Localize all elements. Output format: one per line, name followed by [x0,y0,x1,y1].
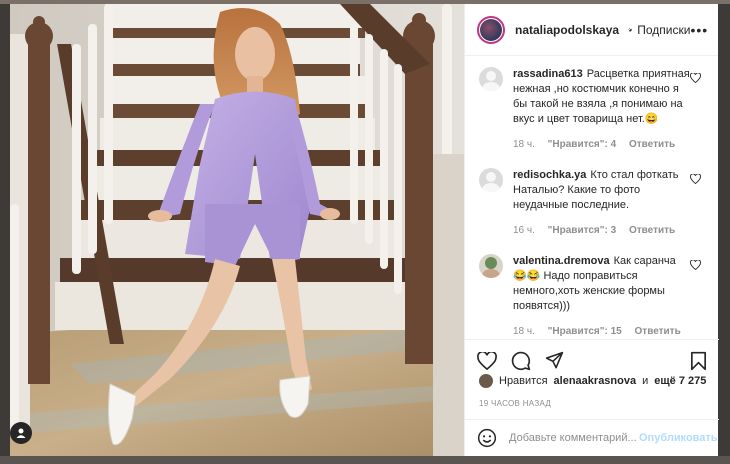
comment-username[interactable]: redisochka.ya [513,169,586,181]
comment-button[interactable] [511,351,531,371]
reply-button[interactable]: Ответить [629,225,675,236]
comment-icon [511,351,531,370]
comment-heart-icon[interactable] [690,174,701,184]
backdrop-bottom-strip [0,456,730,464]
share-icon [545,351,564,369]
author-username[interactable]: nataliapodolskaya [515,23,619,37]
comment-time[interactable]: 18 ч. [513,139,535,150]
comment-likes[interactable]: "Нравится": 3 [548,225,617,236]
heart-icon [477,351,497,370]
reply-button[interactable]: Ответить [635,326,681,337]
likes-conjunction: и [642,375,649,387]
liker-avatar[interactable] [479,374,493,388]
emoji-button[interactable] [477,428,497,448]
publish-button[interactable]: Опубликовать [639,432,718,444]
likes-count[interactable]: ещё 7 275 [654,375,706,387]
post-photo[interactable] [10,4,464,456]
comment-input[interactable] [509,432,639,444]
comment-time[interactable]: 18 ч. [513,326,535,337]
comment-heart-icon[interactable] [690,260,701,270]
reply-button[interactable]: Ответить [629,139,675,150]
save-button[interactable] [690,351,707,371]
emoji-icon [477,428,497,448]
post-header: nataliapodolskaya • Подписки ••• [465,4,718,56]
comment-likes[interactable]: "Нравится": 15 [548,326,622,337]
user-tag-button[interactable] [10,422,32,444]
bookmark-icon [690,351,706,370]
comment-item: redisochka.ya Кто стал фоткать Наталью? К… [465,158,719,244]
post-photo-image [10,4,464,456]
comment-item: rassadina613 Расцветка приятная нежная ,н… [465,57,719,158]
user-tag-icon [16,428,26,438]
post-timestamp[interactable]: 19 ЧАСОВ НАЗАД [479,399,551,408]
likes-prefix: Нравится [499,375,548,387]
commenter-avatar[interactable] [479,254,503,278]
like-button[interactable] [477,351,497,370]
following-button[interactable]: Подписки [637,23,690,37]
comment-heart-icon[interactable] [690,73,701,83]
post-side-panel: nataliapodolskaya • Подписки ••• rassadi… [464,4,719,456]
comment-username[interactable]: valentina.dremova [513,255,610,267]
commenter-avatar[interactable] [479,67,503,91]
comment-item: valentina.dremova Как саранча 😂😂 Надо поп… [465,244,719,339]
share-button[interactable] [545,351,564,370]
comment-likes[interactable]: "Нравится": 4 [548,139,617,150]
comment-composer: Опубликовать [465,419,719,456]
likes-summary: Нравится alenaakrasnova и ещё 7 275 [479,374,709,388]
commenter-avatar[interactable] [479,168,503,192]
liker-username[interactable]: alenaakrasnova [554,375,637,387]
more-options-icon[interactable]: ••• [690,22,708,38]
comments-list[interactable]: rassadina613 Расцветка приятная нежная ,н… [465,57,719,339]
comment-time[interactable]: 16 ч. [513,225,535,236]
comment-username[interactable]: rassadina613 [513,68,583,80]
author-avatar[interactable] [477,15,505,44]
